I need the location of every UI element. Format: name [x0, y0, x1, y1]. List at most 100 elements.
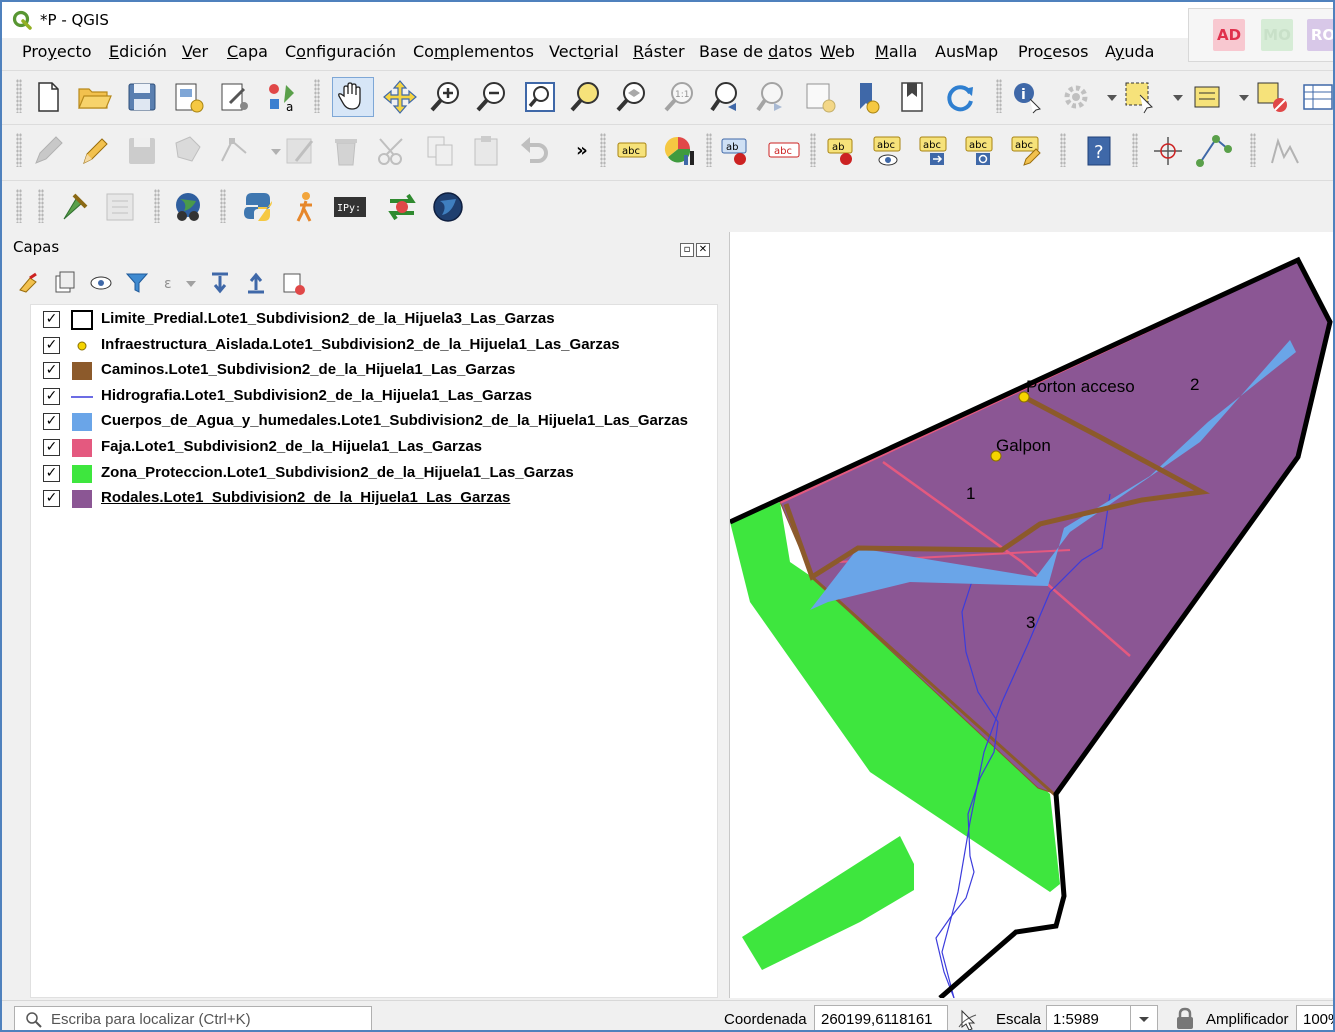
deselect-all-icon[interactable] — [1254, 79, 1290, 115]
zoom-next-icon[interactable] — [754, 79, 790, 115]
toolbar-grip[interactable] — [996, 79, 1002, 113]
toolbar-grip[interactable] — [38, 189, 44, 223]
zoom-in-icon[interactable] — [428, 79, 464, 115]
filter-dropdown-icon[interactable] — [184, 270, 198, 296]
pan-to-selection-icon[interactable] — [382, 79, 418, 115]
toolbar-grip[interactable] — [314, 79, 320, 113]
menu-item-6[interactable]: Vectorial — [549, 42, 619, 61]
scale-field[interactable]: 1:5989 — [1046, 1005, 1132, 1030]
map-svg[interactable]: Porton acceso Galpon 1 2 3 — [728, 232, 1335, 1000]
modify-attributes-icon[interactable] — [282, 133, 318, 169]
layer-row[interactable]: ✓ Hidrografia.Lote1_Subdivision2_de_la_Hi… — [31, 384, 719, 409]
georeferencer-icon[interactable] — [1196, 133, 1232, 169]
menu-item-10[interactable]: Malla — [875, 42, 917, 61]
layer-visibility-checkbox[interactable]: ✓ — [43, 311, 60, 328]
highlight-pinned-labels-icon[interactable]: ab — [718, 133, 754, 169]
panel-splitter[interactable] — [721, 232, 728, 998]
show-bookmarks-icon[interactable] — [894, 79, 930, 115]
pan-map-icon[interactable] — [332, 77, 374, 117]
protection-zone-polygon-2[interactable] — [742, 836, 914, 970]
layer-visibility-checkbox[interactable]: ✓ — [43, 464, 60, 482]
menu-item-7[interactable]: Ráster — [633, 42, 685, 61]
toolbar-grip[interactable] — [810, 133, 816, 167]
processing-toolbox-icon[interactable] — [56, 189, 92, 225]
toolbar-grip[interactable] — [1060, 133, 1066, 167]
layer-visibility-checkbox[interactable]: ✓ — [43, 413, 60, 431]
save-project-icon[interactable] — [124, 79, 160, 115]
layer-row[interactable]: ✓ Zona_Proteccion.Lote1_Subdivision2_de_l… — [31, 461, 719, 486]
python-console-icon[interactable] — [240, 189, 276, 225]
layer-visibility-checkbox[interactable]: ✓ — [43, 439, 60, 456]
menu-item-2[interactable]: Ver — [182, 42, 208, 61]
zoom-to-layer-icon[interactable] — [614, 79, 650, 115]
cut-features-icon[interactable] — [374, 133, 410, 169]
save-edits-icon[interactable] — [124, 133, 160, 169]
menu-item-5[interactable]: Complementos — [413, 42, 534, 61]
show-hide-labels-icon[interactable]: abc — [870, 133, 906, 169]
coordinate-field[interactable]: 260199,6118161 — [814, 1005, 948, 1030]
collapse-all-icon[interactable] — [244, 270, 270, 296]
coordinate-capture-icon[interactable] — [1150, 133, 1186, 169]
menu-item-11[interactable]: AusMap — [935, 42, 998, 61]
toolbar-grip[interactable] — [600, 133, 606, 167]
help-icon[interactable]: ? — [1082, 133, 1118, 169]
rotate-label-icon[interactable]: abc — [962, 133, 998, 169]
vertex-tool-icon[interactable] — [216, 133, 252, 169]
menu-item-1[interactable]: Edición — [109, 42, 167, 61]
paste-features-icon[interactable] — [468, 133, 504, 169]
run-action-icon[interactable] — [1058, 79, 1094, 115]
identify-features-icon[interactable]: i — [1010, 79, 1046, 115]
filter-legend-icon[interactable] — [124, 270, 150, 296]
close-panel-icon[interactable]: ✕ — [696, 243, 710, 257]
magnifier-field[interactable]: 100% — [1296, 1005, 1333, 1030]
layer-row[interactable]: ✓ Caminos.Lote1_Subdivision2_de_la_Hijuel… — [31, 358, 719, 383]
remove-layer-icon[interactable] — [280, 270, 306, 296]
mouse-coordinate-icon[interactable] — [956, 1007, 980, 1031]
layer-visibility-checkbox[interactable]: ✓ — [43, 336, 60, 354]
layer-row[interactable]: ✓ Cuerpos_de_Agua_y_humedales.Lote1_Subdi… — [31, 409, 719, 434]
toolbar-overflow-button[interactable]: » — [564, 133, 600, 169]
select-by-value-dropdown-icon[interactable] — [1226, 79, 1249, 115]
zoom-to-selection-icon[interactable] — [568, 79, 604, 115]
menu-item-4[interactable]: Configuración — [285, 42, 396, 61]
vertex-dropdown-icon[interactable] — [258, 133, 281, 169]
locator-search-input[interactable]: Escriba para localizar (Ctrl+K) — [14, 1006, 372, 1030]
pin-unpin-labels-icon[interactable]: abc — [766, 133, 802, 169]
toolbar-grip[interactable] — [220, 189, 226, 223]
lock-scale-icon[interactable] — [1174, 1007, 1196, 1031]
layer-row[interactable]: ✓ Infraestructura_Aislada.Lote1_Subdivisi… — [31, 333, 719, 358]
toolbar-grip[interactable] — [16, 189, 22, 223]
new-print-layout-icon[interactable] — [170, 79, 206, 115]
layer-visibility-checkbox[interactable]: ✓ — [43, 387, 60, 405]
select-features-icon[interactable] — [1122, 79, 1158, 115]
profile-tool-icon[interactable] — [1268, 133, 1304, 169]
delete-selected-icon[interactable] — [328, 133, 364, 169]
map-canvas[interactable]: Porton acceso Galpon 1 2 3 — [728, 232, 1335, 1000]
toolbar-grip[interactable] — [706, 133, 712, 167]
new-bookmark-icon[interactable] — [848, 79, 884, 115]
current-edits-icon[interactable] — [30, 133, 66, 169]
sync-plugin-icon[interactable] — [384, 189, 420, 225]
diagram-options-icon[interactable] — [662, 133, 698, 169]
label-toolbar-icon[interactable]: abc — [614, 133, 650, 169]
manage-visibility-icon[interactable] — [88, 270, 114, 296]
graphical-modeler-icon[interactable] — [102, 189, 138, 225]
menu-item-3[interactable]: Capa — [227, 42, 268, 61]
layer-visibility-checkbox[interactable]: ✓ — [43, 362, 60, 380]
zoom-full-icon[interactable] — [522, 79, 558, 115]
run-action-dropdown-icon[interactable] — [1094, 79, 1117, 115]
pin-labels-icon[interactable]: ab — [824, 133, 860, 169]
change-label-icon[interactable]: abc — [1008, 133, 1044, 169]
select-dropdown-icon[interactable] — [1160, 79, 1183, 115]
filter-by-expression-icon[interactable]: ε — [160, 270, 186, 296]
layout-manager-icon[interactable] — [216, 79, 252, 115]
zoom-out-icon[interactable] — [474, 79, 510, 115]
style-layer-icon[interactable] — [16, 270, 42, 296]
globe-icon[interactable] — [430, 189, 466, 225]
select-by-value-icon[interactable] — [1190, 79, 1226, 115]
expand-all-icon[interactable] — [208, 270, 234, 296]
copy-features-icon[interactable] — [422, 133, 458, 169]
new-project-icon[interactable] — [30, 79, 66, 115]
move-label-icon[interactable]: abc — [916, 133, 952, 169]
layer-row[interactable]: ✓ Faja.Lote1_Subdivision2_de_la_Hijuela1_… — [31, 435, 719, 460]
